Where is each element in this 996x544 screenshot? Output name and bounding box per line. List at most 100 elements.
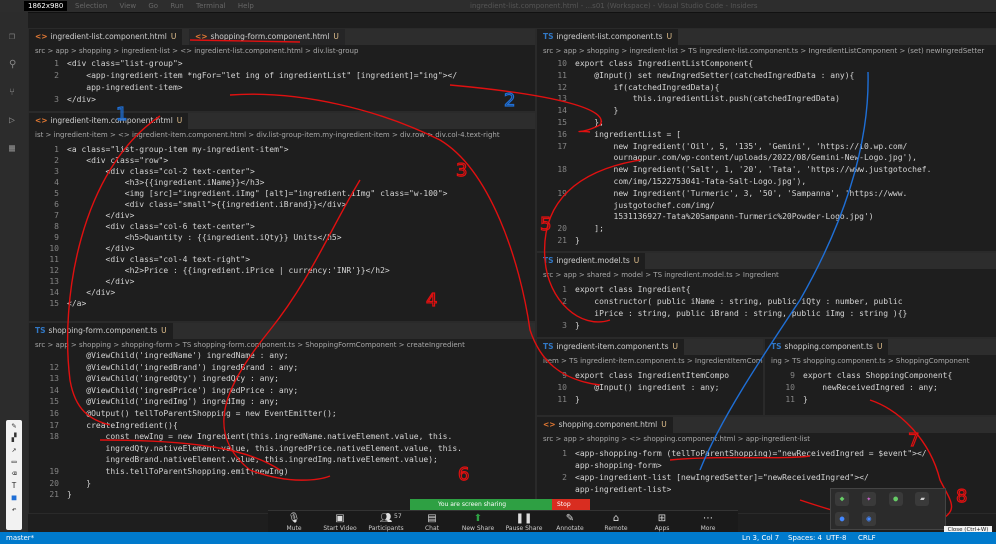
title-bar: 1862x980 Selection View Go Run Terminal …: [0, 0, 996, 13]
pen-icon[interactable]: ✎: [6, 420, 22, 432]
menu-item[interactable]: View: [120, 2, 137, 10]
breadcrumb[interactable]: src > app > shopping > <> shopping.compo…: [543, 433, 810, 445]
line-number: 21: [49, 490, 59, 500]
pen-icon: ✎: [565, 513, 575, 524]
branch-indicator[interactable]: master*: [6, 534, 34, 542]
line-number: 18: [49, 432, 59, 442]
menu-item[interactable]: Terminal: [196, 2, 226, 10]
line-number: 13: [49, 277, 59, 286]
line-number: 2: [562, 297, 567, 306]
code-line: @ViewChild('ingredPrice') ingredPrice : …: [67, 385, 299, 395]
breadcrumb[interactable]: src > app > shopping > ingredient-list >…: [543, 45, 984, 57]
more-icon: ⋯: [703, 513, 713, 524]
code-line: <img [src]="ingredient.iImg" [alt]="ingr…: [67, 189, 448, 198]
stop-share-button[interactable]: Stop Share: [552, 499, 590, 519]
cursor-position[interactable]: Ln 3, Col 7: [742, 534, 779, 542]
tray-app-icon[interactable]: ◆: [835, 492, 849, 506]
zoom-button-new-share[interactable]: ⬆ New Share: [458, 513, 498, 532]
breadcrumb[interactable]: src > app > shopping > ingredient-list >…: [35, 45, 358, 57]
tab-ingredient-model-ts[interactable]: TS ingredient.model.ts U: [537, 253, 646, 269]
tab-shopping-form-ts[interactable]: TS shopping-form.component.ts U: [29, 323, 173, 339]
tab-ingredient-item-html[interactable]: <> ingredient-item.component.html U: [29, 113, 189, 129]
tab-ingredient-item-ts[interactable]: TS ingredient-item.component.ts U: [537, 339, 685, 355]
line-number: 10: [557, 59, 567, 68]
code-line: <div class="list-group">: [67, 59, 183, 68]
tab-ingredient-list-html[interactable]: <> ingredient-list.component.html U: [29, 29, 183, 45]
indentation[interactable]: Spaces: 4: [788, 534, 822, 542]
breadcrumb[interactable]: src > app > shopping > shopping-form > T…: [35, 339, 465, 351]
tab-ingredient-list-ts[interactable]: TS ingredient-list.component.ts U: [537, 29, 679, 45]
code-line: export class Ingredient{: [575, 285, 691, 294]
screen-share-banner: You are screen sharing Stop Share: [410, 499, 590, 519]
mouse-icon: ⌂: [612, 513, 620, 524]
zoom-button-start-video[interactable]: ▣ Start Video: [320, 513, 360, 532]
encoding[interactable]: UTF-8: [826, 534, 846, 542]
line-number: 12: [49, 266, 59, 275]
tray-app-icon[interactable]: ●: [835, 512, 849, 526]
line-number: 20: [557, 224, 567, 234]
color-icon[interactable]: ■: [6, 492, 22, 504]
tab-shopping-html[interactable]: <> shopping.component.html U: [537, 417, 673, 433]
breadcrumb[interactable]: ist > ingredient-item > <> ingredient-it…: [35, 129, 500, 141]
tab-shopping-form-html[interactable]: <> shopping-form.component.html U: [189, 29, 345, 45]
line-ending[interactable]: CRLF: [858, 534, 876, 542]
line-number: 9: [562, 371, 567, 380]
line-number: 8: [54, 222, 59, 231]
zoom-button-label: More: [700, 525, 716, 532]
zoom-button-participants[interactable]: 👥︎ Participants 57: [366, 513, 406, 532]
code-line: <app-ingredient-list [newIngredSetter]="…: [575, 473, 869, 482]
tray-app-icon[interactable]: ✦: [861, 492, 876, 506]
breadcrumb[interactable]: src > app > shared > model > TS ingredie…: [543, 269, 779, 281]
code-line: ingredBrand.nativeElement.value, this.in…: [67, 455, 438, 465]
run-debug-icon[interactable]: ▷: [9, 116, 19, 126]
breadcrumb[interactable]: item > TS ingredient-item.component.ts >…: [543, 355, 763, 367]
zoom-button-label: Apps: [654, 525, 670, 532]
explorer-icon[interactable]: ❐: [9, 32, 19, 42]
undo-icon[interactable]: ↶: [6, 504, 22, 516]
zoom-button-mute[interactable]: 🎙︎ Mute: [274, 513, 314, 532]
breadcrumb[interactable]: ing > TS shopping.component.ts > Shoppin…: [771, 355, 969, 367]
tray-app-icon[interactable]: ●: [888, 492, 903, 506]
line-number: 7: [54, 211, 59, 220]
zoom-button-pause-share[interactable]: ❚❚ Pause Share: [504, 513, 544, 532]
zoom-button-apps[interactable]: ⊞ Apps: [642, 513, 682, 532]
line-number: 5: [54, 189, 59, 198]
zoom-button-chat[interactable]: ▤ Chat: [412, 513, 452, 532]
tab-shopping-ts[interactable]: TS shopping.component.ts U: [765, 339, 889, 355]
shape-icon[interactable]: ▭: [6, 456, 22, 468]
source-control-icon[interactable]: ⑂: [9, 88, 19, 98]
extensions-icon[interactable]: ▦: [9, 144, 19, 154]
code-line: this.ingredientList.push(catchedIngredDa…: [575, 94, 840, 104]
line-number: 2: [54, 71, 59, 80]
highlighter-icon[interactable]: ▞: [6, 432, 22, 444]
menu-item[interactable]: Go: [148, 2, 158, 10]
code-line: if(catchedIngredData){: [575, 82, 720, 92]
text-icon[interactable]: T: [6, 480, 22, 492]
code-line: this.tellToParentShopping.emit(newIng): [67, 467, 289, 476]
menu-item[interactable]: Help: [238, 2, 254, 10]
eraser-icon[interactable]: ⌫: [6, 468, 22, 480]
code-line: @ViewChild('ingredName') ingredName : an…: [67, 351, 289, 360]
search-icon[interactable]: ⚲: [9, 60, 19, 70]
menu-item[interactable]: Run: [170, 2, 183, 10]
arrow-icon[interactable]: ↗: [6, 444, 22, 456]
line-number: 15: [49, 299, 59, 308]
line-number: 13: [557, 94, 567, 104]
zoom-button-label: Mute: [286, 525, 302, 532]
code-line: <div class="col-6 text-center">: [67, 222, 255, 231]
zoom-button-label: Start Video: [323, 525, 357, 532]
zoom-button-label: Pause Share: [505, 525, 543, 532]
line-number: 3: [54, 95, 59, 104]
menu-item[interactable]: Selection: [75, 2, 107, 10]
code-line: @ViewChild('ingredImg') ingredImg : any;: [67, 397, 279, 407]
code-line: iPrice : string, public iBrand : string,…: [575, 309, 908, 318]
editor-pane-shopping-ts: TS shopping.component.ts U ing > TS shoppi…: [764, 338, 996, 416]
tray-app-icon[interactable]: ▰: [915, 492, 930, 506]
annotation-tools: ✎ ▞ ↗ ▭ ⌫ T ■ ↶: [6, 420, 22, 530]
code-line: justgotochef.com/img/: [575, 200, 715, 210]
tray-app-icon[interactable]: ◉: [861, 512, 876, 526]
zoom-button-more[interactable]: ⋯ More: [688, 513, 728, 532]
code-line: <div class="small">{{ingredient.iBrand}}…: [67, 200, 347, 209]
line-number: 14: [49, 385, 59, 395]
zoom-button-annotate[interactable]: ✎ Annotate: [550, 513, 590, 532]
